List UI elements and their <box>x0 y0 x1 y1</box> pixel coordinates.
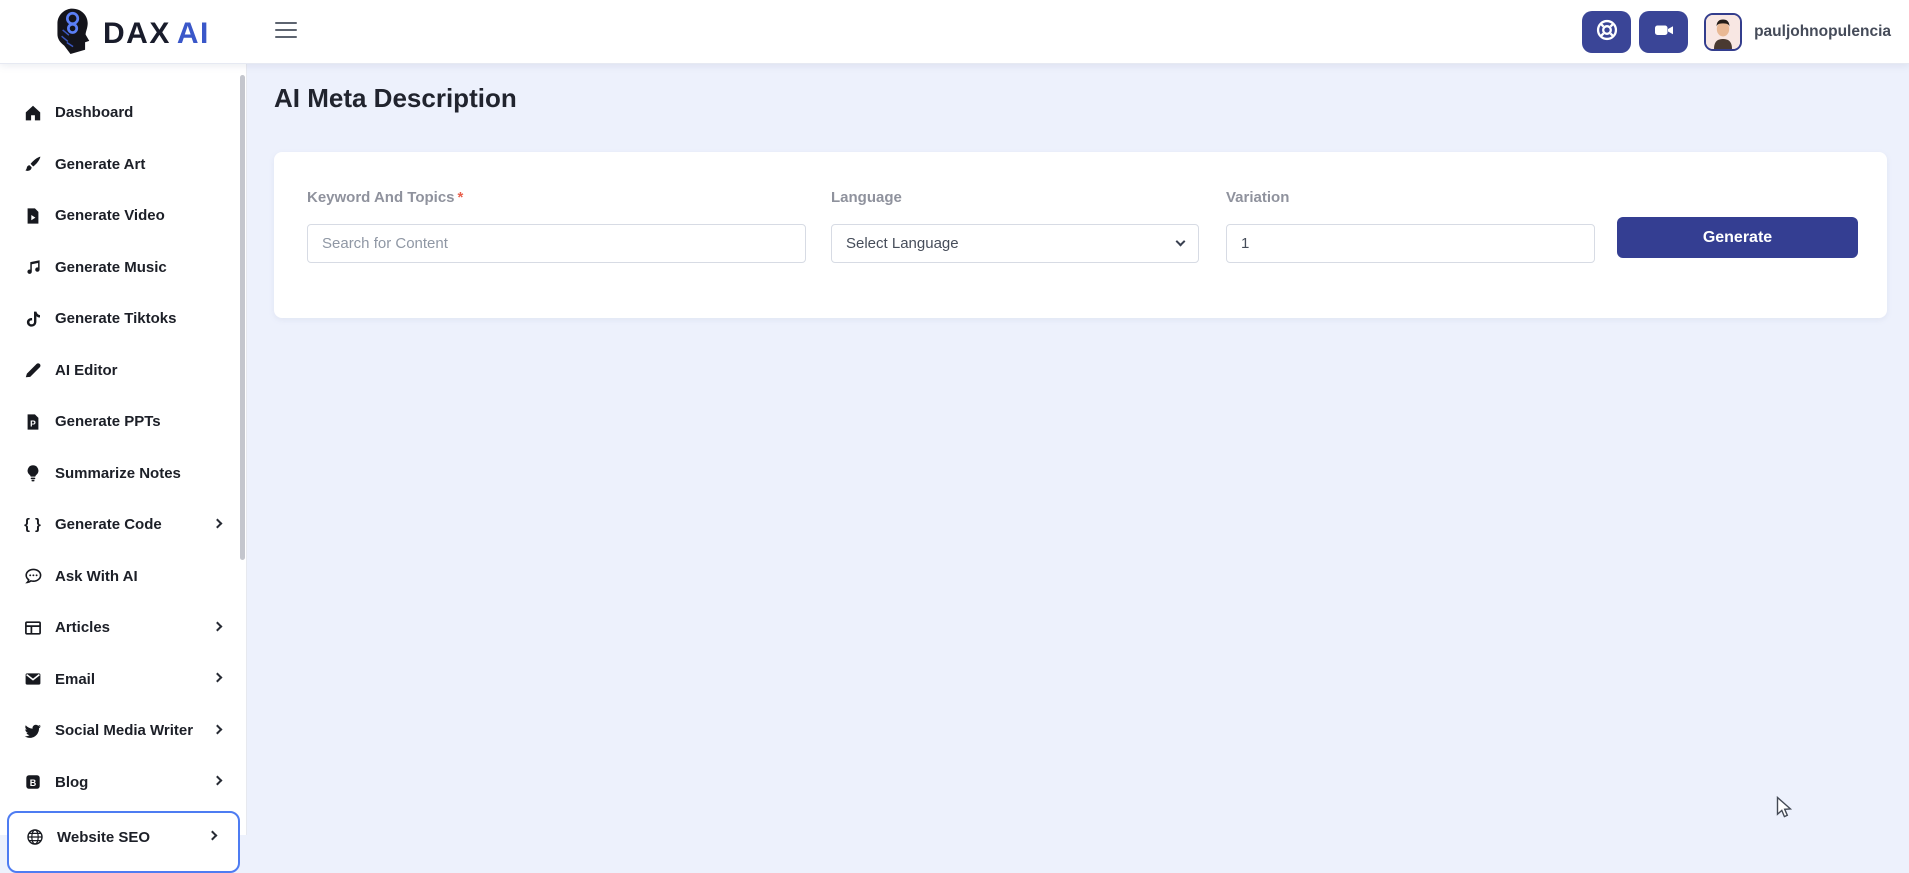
envelope-icon <box>24 670 42 688</box>
sidebar-item-generate-video[interactable]: Generate Video <box>0 190 246 242</box>
variation-label: Variation <box>1226 189 1290 206</box>
keyword-label: Keyword And Topics * <box>307 189 464 206</box>
sidebar-item-social-media-writer[interactable]: Social Media Writer <box>0 705 246 757</box>
language-label: Language <box>831 189 902 206</box>
chevron-right-icon <box>212 621 223 632</box>
main-content: AI Meta Description Keyword And Topics * … <box>247 63 1909 835</box>
required-asterisk: * <box>457 189 464 206</box>
sidebar-item-articles[interactable]: Articles <box>0 602 246 654</box>
sidebar-item-website-seo[interactable]: Website SEO <box>9 813 238 861</box>
video-camera-icon <box>1653 19 1675 44</box>
language-select[interactable]: Select Language <box>831 224 1199 263</box>
keyword-input[interactable] <box>307 224 806 263</box>
sidebar-item-ask-with-ai[interactable]: Ask With AI <box>0 551 246 603</box>
video-tutorial-button[interactable] <box>1639 10 1689 53</box>
pen-icon <box>24 361 42 379</box>
chevron-right-icon <box>207 830 218 841</box>
chevron-right-icon <box>212 724 223 735</box>
table-icon <box>24 619 42 637</box>
tiktok-icon <box>24 310 42 328</box>
ppt-file-icon: P <box>24 413 42 431</box>
music-notes-icon <box>24 258 42 276</box>
generate-button[interactable]: Generate <box>1617 217 1858 258</box>
svg-text:B: B <box>30 778 37 788</box>
hamburger-menu-icon[interactable] <box>275 22 297 38</box>
sidebar-item-blog[interactable]: B Blog <box>0 757 246 809</box>
home-icon <box>24 104 42 122</box>
svg-text:P: P <box>30 418 36 428</box>
app-logo[interactable]: DAX AI <box>47 7 210 60</box>
top-header: DAX AI pauljohnopulencia <box>0 0 1909 63</box>
user-avatar[interactable] <box>1704 12 1743 51</box>
globe-icon <box>26 828 44 846</box>
sidebar-item-generate-music[interactable]: Generate Music <box>0 242 246 294</box>
twitter-bird-icon <box>24 722 42 740</box>
paintbrush-icon <box>24 155 42 173</box>
meta-description-form-card: Keyword And Topics* Language Select Lang… <box>274 152 1887 318</box>
chevron-right-icon <box>212 518 223 529</box>
sidebar-item-generate-art[interactable]: Generate Art <box>0 139 246 191</box>
support-button[interactable] <box>1582 10 1632 53</box>
sidebar-item-generate-code[interactable]: { } Generate Code <box>0 499 246 551</box>
lightbulb-icon <box>24 464 42 482</box>
sidebar-item-summarize-notes[interactable]: Summarize Notes <box>0 448 246 500</box>
dax-head-logo-icon <box>47 7 95 60</box>
sidebar-item-generate-ppts[interactable]: P Generate PPTs <box>0 396 246 448</box>
page-title: AI Meta Description <box>274 83 517 113</box>
blog-icon: B <box>24 773 42 791</box>
sidebar-nav: Dashboard Generate Art Generate Video Ge… <box>0 63 247 873</box>
chevron-down-icon <box>1175 236 1186 247</box>
chat-bubble-icon <box>24 567 42 585</box>
sidebar-item-dashboard[interactable]: Dashboard <box>0 87 246 139</box>
sidebar-active-item-container: Website SEO <box>7 811 240 873</box>
username-text: pauljohnopulencia <box>1754 22 1891 40</box>
code-braces-icon: { } <box>24 516 42 534</box>
chevron-right-icon <box>212 672 223 683</box>
sidebar-item-email[interactable]: Email <box>0 654 246 706</box>
brand-text: DAX AI <box>103 16 210 50</box>
language-select-value: Select Language <box>846 235 959 252</box>
variation-input[interactable] <box>1226 224 1595 263</box>
sidebar-item-generate-tiktoks[interactable]: Generate Tiktoks <box>0 293 246 345</box>
video-file-icon <box>24 207 42 225</box>
sidebar-item-ai-editor[interactable]: AI Editor <box>0 345 246 397</box>
sidebar-scrollbar[interactable] <box>240 75 245 560</box>
chevron-right-icon <box>212 775 223 786</box>
lifebuoy-support-icon <box>1595 18 1619 45</box>
